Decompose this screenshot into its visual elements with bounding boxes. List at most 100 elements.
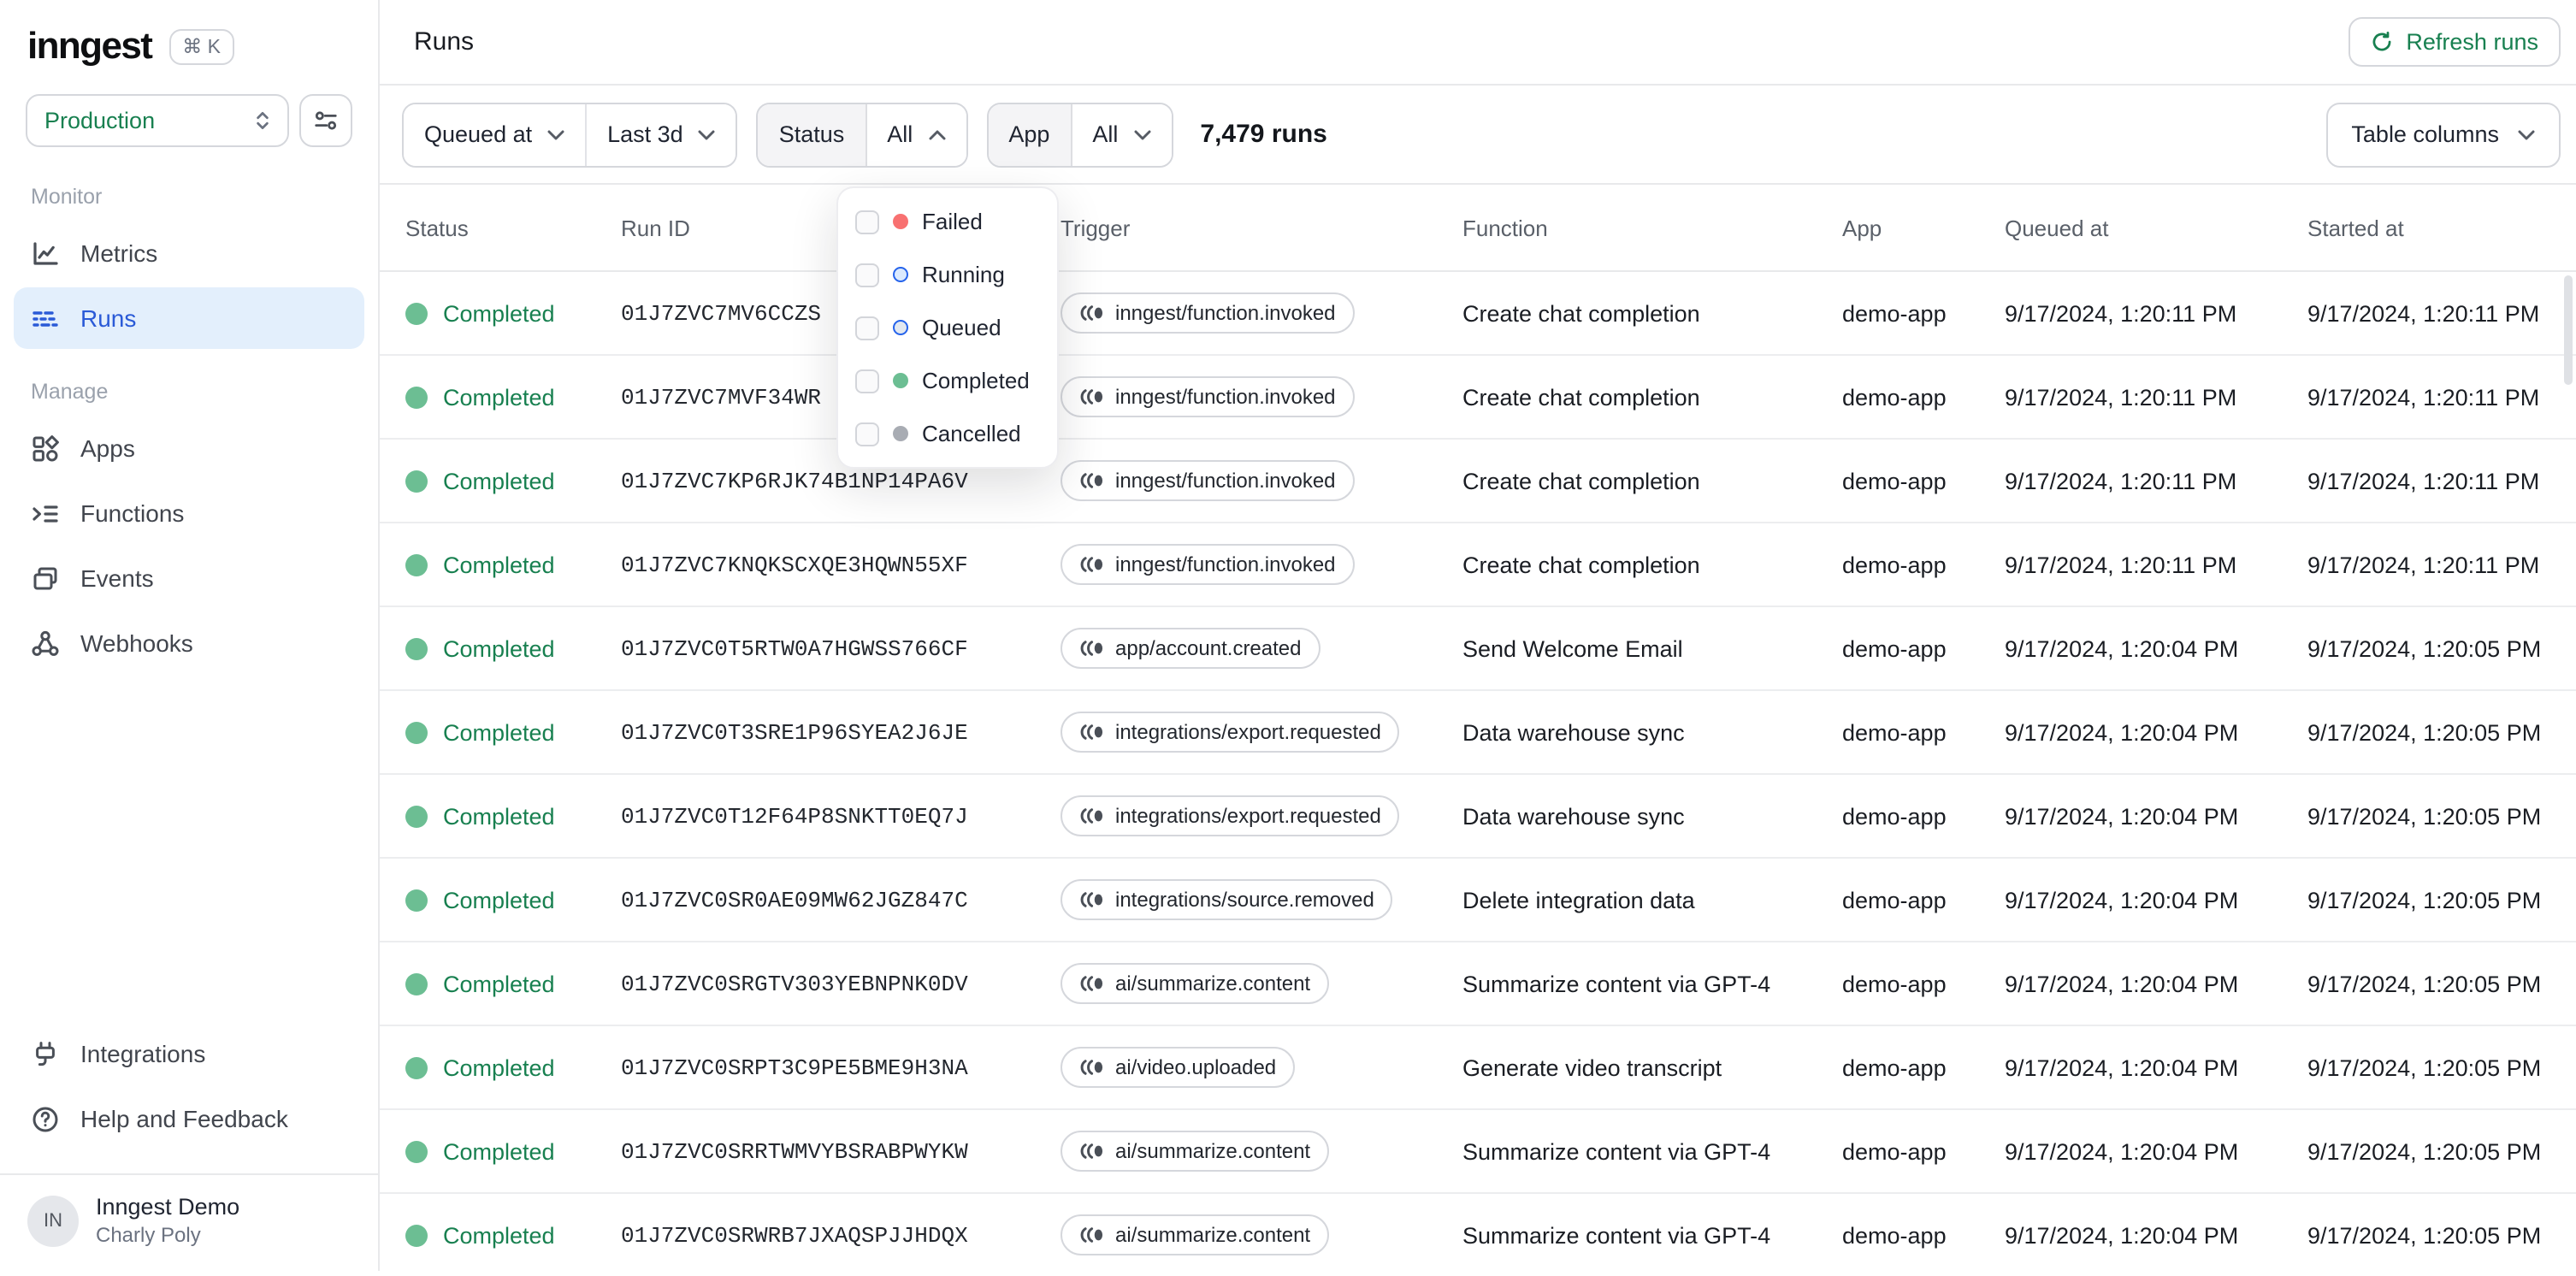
table-row[interactable]: Completed 01J7ZVC0SRWRB7JXAQSPJJHDQX ai/…: [380, 1192, 2576, 1276]
chevron-down-icon: [699, 129, 716, 139]
time-range-dropdown[interactable]: Last 3d: [587, 103, 736, 165]
queued-at: 9/17/2024, 1:20:04 PM: [2005, 971, 2239, 996]
trigger-badge[interactable]: inngest/function.invoked: [1061, 544, 1355, 585]
status-option-label: Queued: [922, 315, 1001, 340]
checkbox[interactable]: [855, 263, 879, 287]
column-header-trigger: Trigger: [1061, 215, 1131, 240]
queued-at: 9/17/2024, 1:20:04 PM: [2005, 635, 2239, 661]
functions-icon: [31, 499, 60, 528]
status-filter-menu: Failed Running Queued Completed Cancelle…: [836, 186, 1059, 469]
trigger-cell: app/account.created: [1061, 628, 1462, 669]
table-row[interactable]: Completed 01J7ZVC7MV6CCZS inngest/functi…: [380, 270, 2576, 354]
refresh-runs-button[interactable]: Refresh runs: [2348, 17, 2561, 67]
status-option-label: Cancelled: [922, 421, 1021, 446]
event-icon: [1079, 304, 1103, 322]
trigger-badge[interactable]: inngest/function.invoked: [1061, 460, 1355, 501]
table-row[interactable]: Completed 01J7ZVC0SRRTWMVYBSRABPWYKW ai/…: [380, 1108, 2576, 1192]
queued-at: 9/17/2024, 1:20:04 PM: [2005, 1054, 2239, 1080]
trigger-badge[interactable]: ai/summarize.content: [1061, 1131, 1330, 1172]
environment-settings-button[interactable]: [299, 94, 352, 147]
trigger-badge[interactable]: app/account.created: [1061, 628, 1320, 669]
inngest-logo: inngest: [27, 24, 153, 67]
status-filter-option-failed[interactable]: Failed: [838, 195, 1057, 248]
function-name: Delete integration data: [1462, 887, 1695, 913]
vertical-scrollbar[interactable]: [2564, 275, 2573, 385]
sidebar-item-integrations[interactable]: Integrations: [14, 1023, 364, 1084]
trigger-badge[interactable]: ai/video.uploaded: [1061, 1047, 1296, 1088]
trigger-name: inngest/function.invoked: [1115, 385, 1336, 409]
app-name: demo-app: [1842, 1222, 1947, 1248]
checkbox[interactable]: [855, 316, 879, 340]
sidebar: inngest ⌘ K Production Monitor Metrics R…: [0, 0, 380, 1271]
table-row[interactable]: Completed 01J7ZVC0T3SRE1P96SYEA2J6JE int…: [380, 689, 2576, 773]
sidebar-item-functions[interactable]: Functions: [14, 482, 364, 544]
trigger-badge[interactable]: integrations/export.requested: [1061, 795, 1400, 836]
table-row[interactable]: Completed 01J7ZVC7KP6RJK74B1NP14PA6V inn…: [380, 438, 2576, 522]
event-icon: [1079, 1059, 1103, 1076]
trigger-name: integrations/export.requested: [1115, 804, 1381, 828]
trigger-badge[interactable]: inngest/function.invoked: [1061, 376, 1355, 417]
app-name: demo-app: [1842, 1054, 1947, 1080]
table-columns-button[interactable]: Table columns: [2325, 102, 2561, 167]
status-filter-dropdown[interactable]: All: [866, 103, 966, 165]
command-k-badge[interactable]: ⌘ K: [168, 28, 234, 64]
checkbox[interactable]: [855, 210, 879, 233]
table-row[interactable]: Completed 01J7ZVC7KNQKSCXQE3HQWN55XF inn…: [380, 522, 2576, 606]
logo-row: inngest ⌘ K: [0, 0, 378, 87]
sidebar-item-help-and-feedback[interactable]: Help and Feedback: [14, 1088, 364, 1149]
status-label: Completed: [443, 1054, 555, 1080]
app-filter-dropdown[interactable]: All: [1072, 103, 1172, 165]
sidebar-item-events[interactable]: Events: [14, 547, 364, 609]
trigger-name: integrations/source.removed: [1115, 888, 1374, 912]
chevron-down-icon: [1133, 129, 1150, 139]
column-header-app: App: [1842, 215, 1882, 240]
table-row[interactable]: Completed 01J7ZVC0T5RTW0A7HGWSS766CF app…: [380, 606, 2576, 689]
run-status-cell: Completed: [380, 1138, 621, 1164]
status-filter-value: All: [887, 121, 913, 147]
column-header-function: Function: [1462, 215, 1548, 240]
trigger-badge[interactable]: ai/summarize.content: [1061, 1214, 1330, 1255]
queued-at: 9/17/2024, 1:20:04 PM: [2005, 719, 2239, 745]
chevron-down-icon: [547, 129, 564, 139]
filter-bar: Queued at Last 3d Status All App All 7,4…: [380, 86, 2576, 185]
table-row[interactable]: Completed 01J7ZVC7MVF34WR inngest/functi…: [380, 354, 2576, 438]
queued-at: 9/17/2024, 1:20:04 PM: [2005, 1138, 2239, 1164]
chevron-down-icon: [2518, 129, 2535, 139]
run-id: 01J7ZVC7KP6RJK74B1NP14PA6V: [621, 468, 968, 493]
trigger-name: ai/summarize.content: [1115, 1139, 1311, 1163]
trigger-badge[interactable]: inngest/function.invoked: [1061, 292, 1355, 334]
table-row[interactable]: Completed 01J7ZVC0T12F64P8SNKTT0EQ7J int…: [380, 773, 2576, 857]
status-filter-option-queued[interactable]: Queued: [838, 301, 1057, 354]
run-status-cell: Completed: [380, 300, 621, 326]
status-filter-option-cancelled[interactable]: Cancelled: [838, 407, 1057, 460]
trigger-cell: ai/summarize.content: [1061, 1131, 1462, 1172]
sidebar-item-label: Webhooks: [80, 629, 193, 657]
trigger-badge[interactable]: ai/summarize.content: [1061, 963, 1330, 1004]
sidebar-item-runs[interactable]: Runs: [14, 287, 364, 349]
started-at: 9/17/2024, 1:20:05 PM: [2307, 887, 2542, 913]
user-card[interactable]: IN Inngest Demo Charly Poly: [0, 1173, 378, 1271]
sidebar-item-label: Integrations: [80, 1040, 206, 1067]
status-dot-icon: [405, 721, 428, 743]
table-row[interactable]: Completed 01J7ZVC0SRGTV303YEBNPNK0DV ai/…: [380, 941, 2576, 1025]
sidebar-item-apps[interactable]: Apps: [14, 417, 364, 479]
status-filter-option-completed[interactable]: Completed: [838, 354, 1057, 407]
sidebar-item-webhooks[interactable]: Webhooks: [14, 612, 364, 674]
event-icon: [1079, 1226, 1103, 1244]
started-at: 9/17/2024, 1:20:05 PM: [2307, 803, 2542, 829]
sidebar-item-metrics[interactable]: Metrics: [14, 222, 364, 284]
trigger-cell: inngest/function.invoked: [1061, 544, 1462, 585]
trigger-badge[interactable]: integrations/export.requested: [1061, 712, 1400, 753]
trigger-badge[interactable]: integrations/source.removed: [1061, 879, 1393, 920]
table-row[interactable]: Completed 01J7ZVC0SRPT3C9PE5BME9H3NA ai/…: [380, 1025, 2576, 1108]
checkbox[interactable]: [855, 422, 879, 446]
time-field-dropdown[interactable]: Queued at: [404, 103, 586, 165]
app-name: demo-app: [1842, 635, 1947, 661]
runs-count: 7,479 runs: [1200, 120, 1327, 149]
table-row[interactable]: Completed 01J7ZVC0SR0AE09MW62JGZ847C int…: [380, 857, 2576, 941]
checkbox[interactable]: [855, 369, 879, 393]
environment-selector[interactable]: Production: [26, 94, 289, 147]
main-content: Runs Refresh runs Queued at Last 3d Stat…: [380, 0, 2576, 1271]
status-filter-option-running[interactable]: Running: [838, 248, 1057, 301]
trigger-name: inngest/function.invoked: [1115, 469, 1336, 493]
